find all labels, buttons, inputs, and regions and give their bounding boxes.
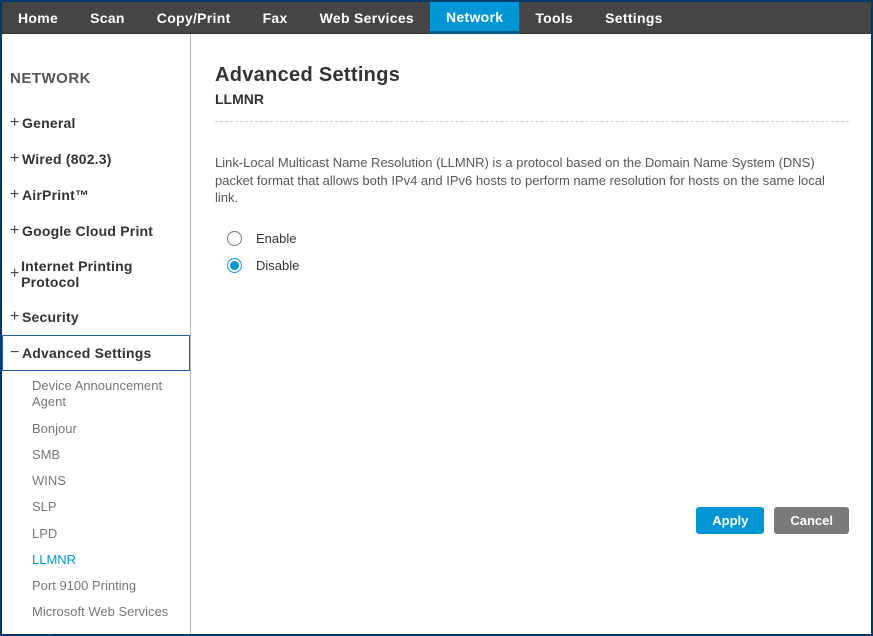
sidebar-subitem-bonjour[interactable]: Bonjour — [2, 416, 190, 442]
sidebar-item-google-cloud-print[interactable]: + Google Cloud Print — [2, 213, 190, 249]
sidebar-item-airprint-[interactable]: + AirPrint™ — [2, 177, 190, 213]
top-nav: HomeScanCopy/PrintFaxWeb ServicesNetwork… — [2, 2, 871, 34]
expand-icon: + — [10, 308, 22, 326]
sidebar-item-advanced-settings[interactable]: − Advanced Settings — [2, 335, 190, 371]
sidebar-item-label: AirPrint™ — [22, 187, 89, 203]
expand-icon: + — [10, 186, 22, 204]
radio-group: Enable Disable — [227, 227, 849, 285]
expand-icon: + — [10, 265, 21, 283]
sidebar-subitem-port-9100-printing[interactable]: Port 9100 Printing — [2, 573, 190, 599]
sidebar-subitem-lpd[interactable]: LPD — [2, 521, 190, 547]
sidebar-subitem-smb[interactable]: SMB — [2, 442, 190, 468]
apply-button[interactable]: Apply — [696, 507, 764, 534]
sidebar-heading: NETWORK — [2, 34, 190, 105]
nav-tools[interactable]: Tools — [519, 2, 589, 33]
sidebar-item-label: Advanced Settings — [22, 345, 151, 361]
separator — [215, 121, 849, 122]
sidebar-item-internet-printing-protocol[interactable]: + Internet Printing Protocol — [2, 249, 190, 299]
sidebar-subitem-microsoft-web-services[interactable]: Microsoft Web Services — [2, 599, 190, 625]
radio-enable[interactable] — [227, 231, 242, 246]
expand-icon: + — [10, 150, 22, 168]
sidebar-item-wired-802-3-[interactable]: + Wired (802.3) — [2, 141, 190, 177]
sidebar-item-general[interactable]: + General — [2, 105, 190, 141]
sidebar-item-security[interactable]: + Security — [2, 299, 190, 335]
expand-icon: + — [10, 222, 22, 240]
page-subtitle: LLMNR — [215, 91, 849, 107]
sidebar-subitem-slp[interactable]: SLP — [2, 494, 190, 520]
sidebar-subitems: Device Announcement AgentBonjourSMBWINSS… — [2, 371, 190, 634]
nav-web-services[interactable]: Web Services — [304, 2, 430, 33]
sidebar-item-label: General — [22, 115, 76, 131]
collapse-icon: − — [10, 344, 22, 362]
radio-enable-label[interactable]: Enable — [256, 231, 296, 246]
sidebar-subitem-wins[interactable]: WINS — [2, 468, 190, 494]
sidebar-item-label: Security — [22, 309, 79, 325]
radio-disable-row: Disable — [227, 258, 849, 273]
description-text: Link-Local Multicast Name Resolution (LL… — [215, 154, 849, 207]
page-title: Advanced Settings — [215, 64, 849, 87]
sidebar-item-label: Internet Printing Protocol — [21, 258, 182, 290]
sidebar-subitem-llmnr[interactable]: LLMNR — [2, 547, 190, 573]
sidebar-item-label: Wired (802.3) — [22, 151, 112, 167]
sidebar-item-label: Google Cloud Print — [22, 223, 153, 239]
nav-copy-print[interactable]: Copy/Print — [141, 2, 247, 33]
radio-disable[interactable] — [227, 258, 242, 273]
button-bar: Apply Cancel — [696, 507, 849, 534]
nav-settings[interactable]: Settings — [589, 2, 679, 33]
sidebar-subitem-device-announcement-agent[interactable]: Device Announcement Agent — [2, 373, 190, 416]
sidebar-subitem-syslog[interactable]: Syslog — [2, 626, 190, 635]
nav-scan[interactable]: Scan — [74, 2, 141, 33]
radio-enable-row: Enable — [227, 231, 849, 246]
content-panel: Advanced Settings LLMNR Link-Local Multi… — [191, 34, 871, 634]
sidebar: NETWORK + General+ Wired (802.3)+ AirPri… — [2, 34, 191, 634]
nav-fax[interactable]: Fax — [247, 2, 304, 33]
cancel-button[interactable]: Cancel — [774, 507, 849, 534]
expand-icon: + — [10, 114, 22, 132]
radio-disable-label[interactable]: Disable — [256, 258, 299, 273]
nav-home[interactable]: Home — [2, 2, 74, 33]
nav-network[interactable]: Network — [430, 2, 519, 34]
